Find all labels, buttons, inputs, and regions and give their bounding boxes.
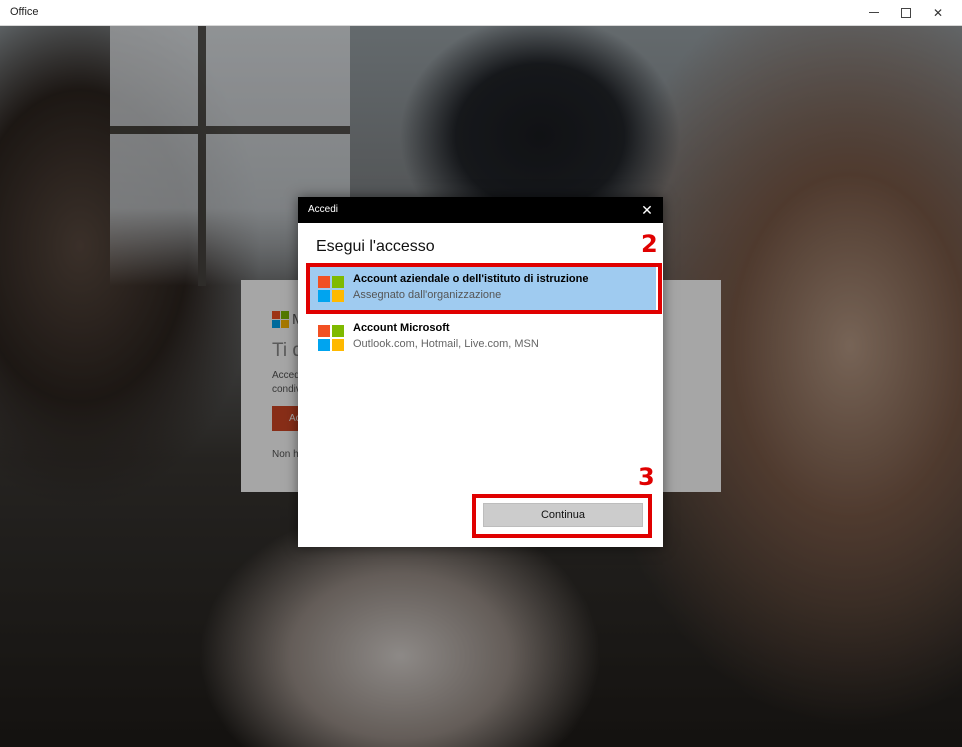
annotation-highlight-step3 (472, 494, 652, 538)
annotation-step-number: 3 (638, 463, 655, 491)
minimize-button[interactable] (858, 0, 890, 25)
dialog-heading: Esegui l'accesso (316, 238, 435, 255)
account-subtitle: Outlook.com, Hotmail, Live.com, MSN (353, 338, 539, 350)
maximize-button[interactable] (890, 0, 922, 25)
dialog-close-button[interactable]: ✕ (631, 197, 663, 223)
account-name: Account Microsoft (353, 322, 450, 334)
annotation-step-number: 2 (641, 230, 658, 258)
dialog-titlebar: Accedi ✕ (298, 197, 663, 223)
maximize-icon (901, 7, 911, 18)
minimize-icon (869, 12, 879, 13)
account-option-microsoft[interactable]: Account Microsoft Outlook.com, Hotmail, … (308, 315, 656, 359)
window-titlebar: Office ✕ (0, 0, 962, 26)
close-icon: ✕ (932, 5, 944, 20)
annotation-highlight-step2 (306, 263, 662, 314)
dialog-title: Accedi (308, 204, 339, 215)
close-button[interactable]: ✕ (922, 0, 954, 25)
close-icon: ✕ (641, 201, 653, 218)
microsoft-logo-icon (318, 325, 344, 351)
window-title: Office (10, 6, 39, 18)
